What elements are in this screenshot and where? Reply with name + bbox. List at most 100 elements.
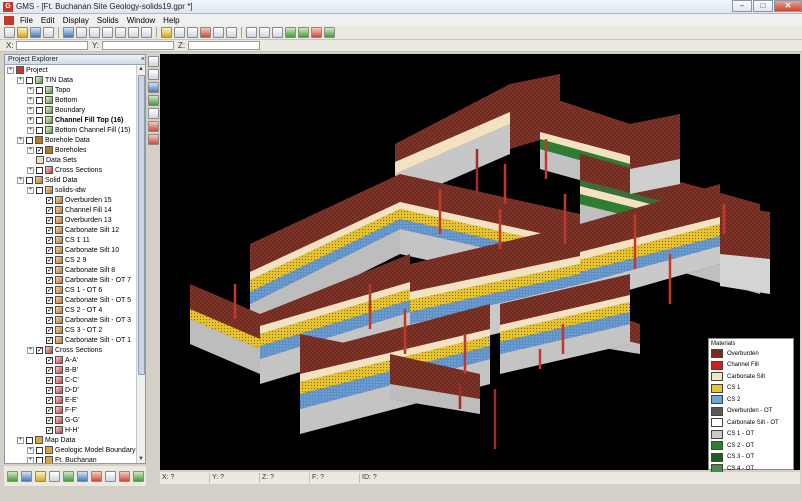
tree-item[interactable]: + TIN Data: [5, 75, 137, 85]
visibility-checkbox[interactable]: [36, 86, 43, 94]
refresh-icon[interactable]: [324, 27, 335, 38]
visibility-checkbox[interactable]: ✓: [46, 426, 53, 434]
globe-icon[interactable]: [133, 470, 144, 482]
visibility-checkbox[interactable]: [36, 106, 43, 114]
visibility-checkbox[interactable]: ✓: [36, 146, 43, 154]
graphics-window[interactable]: [160, 54, 800, 470]
zoom-icon[interactable]: [141, 27, 152, 38]
tin-module-icon[interactable]: [7, 470, 18, 482]
expand-icon[interactable]: +: [17, 176, 24, 184]
visibility-checkbox[interactable]: ✓: [46, 386, 53, 394]
rotate-icon[interactable]: [147, 82, 159, 93]
print-icon[interactable]: [43, 27, 54, 38]
visibility-checkbox[interactable]: ✓: [46, 296, 53, 304]
run-icon[interactable]: [298, 27, 309, 38]
select-solid-icon[interactable]: [147, 108, 159, 119]
scroll-up-icon[interactable]: ▲: [137, 65, 145, 73]
tree-item[interactable]: + Boundary: [5, 105, 137, 115]
tree-item[interactable]: ✓ Carbonate Silt - OT 7: [5, 275, 137, 285]
tree-item[interactable]: ✓ G-G': [5, 415, 137, 425]
visibility-checkbox[interactable]: ✓: [46, 336, 53, 344]
open-icon[interactable]: [17, 27, 28, 38]
menu-edit[interactable]: Edit: [41, 16, 55, 25]
expand-icon[interactable]: +: [27, 106, 34, 114]
tree-item[interactable]: + Geologic Model Boundary: [5, 445, 137, 455]
visibility-checkbox[interactable]: [36, 126, 43, 134]
tree-item[interactable]: ✓ CS 1 11: [5, 235, 137, 245]
grid-module-icon[interactable]: [49, 470, 60, 482]
expand-icon[interactable]: +: [17, 436, 24, 444]
stop-icon[interactable]: [311, 27, 322, 38]
scroll-thumb[interactable]: [138, 75, 145, 375]
y-field[interactable]: [102, 41, 174, 50]
borehole-module-icon[interactable]: [21, 470, 32, 482]
borehole-tool-icon[interactable]: [147, 134, 159, 145]
solid-module-icon[interactable]: [35, 470, 46, 482]
visibility-checkbox[interactable]: [36, 446, 43, 454]
tree-item[interactable]: + Cross Sections: [5, 165, 137, 175]
contour-icon[interactable]: [187, 27, 198, 38]
side-view-icon[interactable]: [102, 27, 113, 38]
tree-item[interactable]: + Ft. Buchanan: [5, 455, 137, 463]
materials-icon[interactable]: [200, 27, 211, 38]
tree-item[interactable]: + solids-idw: [5, 185, 137, 195]
visibility-checkbox[interactable]: ✓: [46, 216, 53, 224]
lighting-icon[interactable]: [174, 27, 185, 38]
visibility-checkbox[interactable]: ✓: [36, 346, 43, 354]
tree-item[interactable]: ✓ D-D': [5, 385, 137, 395]
frame-icon[interactable]: [63, 27, 74, 38]
expand-icon[interactable]: +: [27, 126, 34, 134]
visibility-checkbox[interactable]: ✓: [46, 376, 53, 384]
menu-file[interactable]: File: [20, 16, 33, 25]
display-options-icon[interactable]: [161, 27, 172, 38]
tree-item[interactable]: + Borehole Data: [5, 135, 137, 145]
tree-item[interactable]: + Solid Data: [5, 175, 137, 185]
x-field[interactable]: [16, 41, 88, 50]
visibility-checkbox[interactable]: ✓: [46, 246, 53, 254]
maximize-button[interactable]: □: [753, 0, 773, 12]
mesh-icon[interactable]: [226, 27, 237, 38]
tree-item[interactable]: ✓ E-E': [5, 395, 137, 405]
visibility-checkbox[interactable]: ✓: [46, 276, 53, 284]
plan-view-icon[interactable]: [76, 27, 87, 38]
ugrid-module-icon[interactable]: [119, 470, 130, 482]
expand-icon[interactable]: +: [27, 86, 34, 94]
visibility-checkbox[interactable]: ✓: [46, 356, 53, 364]
zoom-icon[interactable]: [147, 69, 159, 80]
grid-icon[interactable]: [213, 27, 224, 38]
expand-icon[interactable]: +: [27, 146, 34, 154]
save-icon[interactable]: [30, 27, 41, 38]
select-icon[interactable]: [259, 27, 270, 38]
visibility-checkbox[interactable]: ✓: [46, 206, 53, 214]
visibility-checkbox[interactable]: ✓: [46, 226, 53, 234]
visibility-checkbox[interactable]: [26, 76, 33, 84]
visibility-checkbox[interactable]: ✓: [46, 406, 53, 414]
tree-item[interactable]: ✓ Overburden 13: [5, 215, 137, 225]
tree-item[interactable]: ✓ Carbonate Silt 8: [5, 265, 137, 275]
visibility-checkbox[interactable]: [36, 166, 43, 174]
tree-item[interactable]: + Map Data: [5, 435, 137, 445]
visibility-checkbox[interactable]: ✓: [46, 196, 53, 204]
menu-window[interactable]: Window: [127, 16, 155, 25]
tree-item[interactable]: Data Sets: [5, 155, 137, 165]
document-icon[interactable]: [4, 15, 14, 25]
model-icon[interactable]: [285, 27, 296, 38]
tree-item[interactable]: ✓ H-H': [5, 425, 137, 435]
pan-icon[interactable]: [147, 56, 159, 67]
tree-item[interactable]: ✓ Overburden 15: [5, 195, 137, 205]
minimize-button[interactable]: –: [732, 0, 752, 12]
visibility-checkbox[interactable]: ✓: [46, 256, 53, 264]
expand-icon[interactable]: +: [27, 166, 34, 174]
visibility-checkbox[interactable]: [26, 436, 33, 444]
tree-item[interactable]: ✓ Carbonate Silt 10: [5, 245, 137, 255]
visibility-checkbox[interactable]: [26, 176, 33, 184]
tree-item[interactable]: + Channel Fill Top (16): [5, 115, 137, 125]
tree-item[interactable]: ✓ C-C': [5, 375, 137, 385]
visibility-checkbox[interactable]: ✓: [46, 236, 53, 244]
tree-item[interactable]: ✓ CS 1 - OT 6: [5, 285, 137, 295]
menu-help[interactable]: Help: [163, 16, 179, 25]
visibility-checkbox[interactable]: ✓: [46, 396, 53, 404]
front-view-icon[interactable]: [89, 27, 100, 38]
expand-icon[interactable]: +: [17, 76, 24, 84]
visibility-checkbox[interactable]: ✓: [46, 286, 53, 294]
